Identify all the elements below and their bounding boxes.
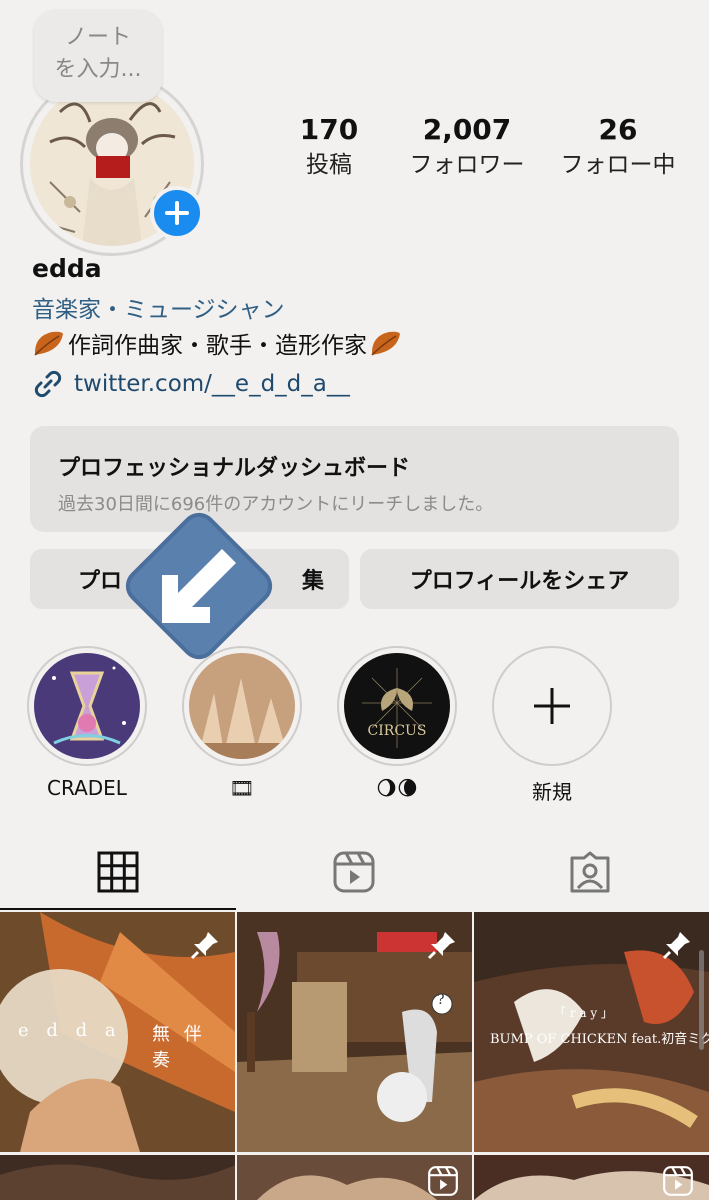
- post-thumbnail[interactable]: [474, 1155, 709, 1200]
- reels-icon: [333, 851, 375, 893]
- scrollbar[interactable]: [699, 950, 704, 1050]
- posts-stat[interactable]: 170 投稿: [249, 110, 409, 180]
- share-profile-button[interactable]: プロフィールをシェア: [360, 549, 679, 609]
- edit-profile-label-suffix: 集: [302, 569, 325, 594]
- posts-count: 170: [299, 113, 359, 146]
- followers-stat[interactable]: 2,007 フォロワー: [387, 110, 547, 180]
- highlight-new[interactable]: 新規: [492, 646, 612, 805]
- leaf-icon: [34, 331, 63, 356]
- highlight-label: 🎞: [229, 776, 255, 800]
- highlight-label: CRADEL: [47, 776, 127, 800]
- highlight-cradel[interactable]: CRADEL: [27, 646, 147, 800]
- grid-icon: [97, 851, 139, 893]
- highlight-ring: [27, 646, 147, 766]
- following-count: 26: [598, 113, 638, 146]
- pin-icon: [662, 932, 690, 960]
- highlight-ring: CIRCUS: [337, 646, 457, 766]
- add-story-button[interactable]: [150, 186, 204, 240]
- plus-icon: [534, 688, 570, 724]
- reels-icon: [428, 1166, 458, 1196]
- posts-label: 投稿: [306, 152, 352, 178]
- tab-posts[interactable]: [96, 850, 140, 894]
- tab-tagged[interactable]: [568, 850, 612, 894]
- bio-text: 作詞作曲家・歌手・造形作家: [68, 333, 367, 359]
- highlight-cover: CIRCUS: [344, 653, 450, 759]
- username: edda: [32, 254, 102, 283]
- note-line1: ノート: [64, 25, 131, 50]
- profile-link[interactable]: twitter.com/__e_d_d_a__: [32, 368, 350, 400]
- arrow-down-left-icon: [118, 505, 280, 667]
- share-profile-label: プロフィールをシェア: [409, 569, 630, 594]
- link-icon: [34, 370, 62, 398]
- post-text-right: 無 伴 奏: [152, 1024, 206, 1071]
- post-question-mark: ?: [437, 992, 445, 1008]
- post-text-main: BUMP OF CHICKEN feat.初音ミク: [490, 1032, 709, 1047]
- post-thumbnail[interactable]: [0, 1155, 235, 1200]
- reels-icon: [663, 1166, 693, 1196]
- highlight-label: 🌖🌘: [376, 776, 418, 800]
- following-label: フォロー中: [560, 152, 676, 178]
- highlight-ring: [492, 646, 612, 766]
- highlight-cover: [189, 653, 295, 759]
- following-stat[interactable]: 26 フォロー中: [538, 110, 698, 180]
- highlight-ring: [182, 646, 302, 766]
- note-bubble[interactable]: ノート を入力...: [34, 10, 162, 102]
- pin-icon: [190, 932, 218, 960]
- active-tab-indicator: [0, 908, 236, 910]
- leaf-icon: [371, 331, 400, 356]
- link-text[interactable]: twitter.com/__e_d_d_a__: [74, 371, 350, 397]
- tab-reels[interactable]: [332, 850, 376, 894]
- highlight-label: 新規: [532, 780, 572, 804]
- bio: 作詞作曲家・歌手・造形作家: [32, 326, 403, 360]
- note-line2: を入力...: [54, 57, 142, 82]
- highlight-moons[interactable]: CIRCUS 🌖🌘: [337, 646, 457, 800]
- highlight-film[interactable]: 🎞: [182, 646, 302, 800]
- category-label: 音楽家・ミュージシャン: [32, 297, 285, 323]
- post-text-top: 「 r a y 」: [554, 1006, 613, 1020]
- tagged-icon: [570, 851, 610, 893]
- dashboard-title: プロフェッショナルダッシュボード: [58, 456, 411, 481]
- post-thumbnail[interactable]: [237, 1155, 472, 1200]
- plus-icon: [165, 201, 189, 225]
- svg-text:CIRCUS: CIRCUS: [368, 723, 427, 739]
- highlight-cover: [34, 653, 140, 759]
- pin-icon: [427, 932, 455, 960]
- post-text-left: e d d a: [18, 1020, 122, 1041]
- edit-profile-label-visible: プロ: [78, 569, 123, 594]
- followers-count: 2,007: [422, 113, 512, 146]
- post-thumbnail[interactable]: 「 r a y 」 BUMP OF CHICKEN feat.初音ミク: [474, 912, 709, 1152]
- followers-label: フォロワー: [409, 152, 525, 178]
- post-thumbnail[interactable]: e d d a 無 伴 奏: [0, 912, 235, 1152]
- post-thumbnail[interactable]: ?: [237, 912, 472, 1152]
